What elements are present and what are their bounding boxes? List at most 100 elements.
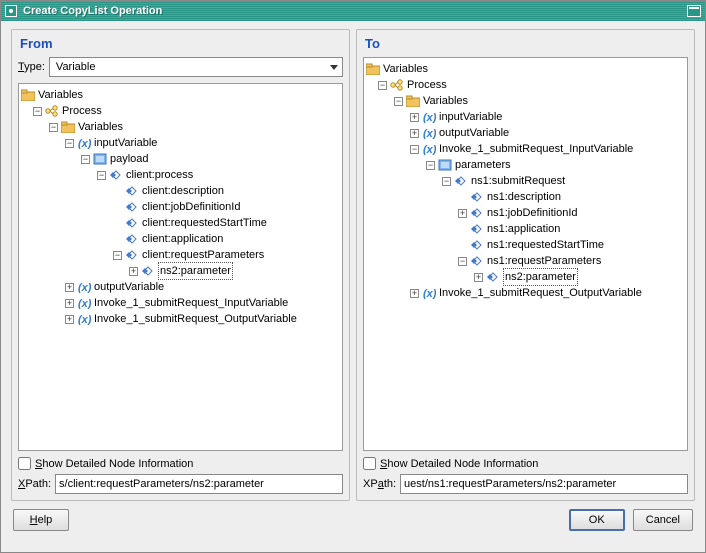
to-show-detail-label: Show Detailed Node Information	[380, 458, 538, 470]
tree-item-ns1-reqstarttime[interactable]: ns1:requestedStartTime	[366, 237, 685, 253]
tree-item-process-to[interactable]: − Process	[366, 77, 685, 93]
to-xpath-row: XPath:	[363, 474, 688, 494]
tree-item-process[interactable]: − Process	[21, 103, 340, 119]
tree-item-inputvariable[interactable]: − (x) inputVariable	[21, 135, 340, 151]
svg-text:(x): (x)	[423, 288, 436, 299]
tree-item-parameters[interactable]: − parameters	[366, 157, 685, 173]
from-show-detail-row: Show Detailed Node Information	[18, 451, 343, 474]
tree-item-client-description[interactable]: client:description	[21, 183, 340, 199]
tree-item-client-process[interactable]: − client:process	[21, 167, 340, 183]
expand-icon[interactable]: +	[458, 209, 467, 218]
folder-icon	[406, 94, 420, 108]
expand-icon[interactable]: +	[65, 299, 74, 308]
tree-item-client-jobdefid[interactable]: client:jobDefinitionId	[21, 199, 340, 215]
tree-item-ns1-application[interactable]: ns1:application	[366, 221, 685, 237]
type-value: Variable	[56, 61, 96, 73]
variable-icon: (x)	[77, 136, 91, 150]
variable-icon: (x)	[77, 280, 91, 294]
to-panel: To Variables − Process − Variables +	[356, 29, 695, 501]
tree-item-invoke-input-from[interactable]: + (x) Invoke_1_submitRequest_InputVariab…	[21, 295, 340, 311]
from-xpath-label: XPath:	[18, 478, 51, 490]
maximize-icon[interactable]	[687, 5, 701, 17]
collapse-icon[interactable]: −	[113, 251, 122, 260]
tree-item-ns1-submitrequest[interactable]: − ns1:submitRequest	[366, 173, 685, 189]
expand-icon[interactable]: +	[410, 289, 419, 298]
to-heading: To	[363, 32, 688, 57]
tree-item-inputvar-to[interactable]: + (x) inputVariable	[366, 109, 685, 125]
tree-item-invoke-input-to[interactable]: − (x) Invoke_1_submitRequest_InputVariab…	[366, 141, 685, 157]
tree-item-invoke-output-to[interactable]: + (x) Invoke_1_submitRequest_OutputVaria…	[366, 285, 685, 301]
expand-icon[interactable]: +	[474, 273, 483, 282]
tree-item-ns1-jobdefid[interactable]: + ns1:jobDefinitionId	[366, 205, 685, 221]
variable-icon: (x)	[422, 286, 436, 300]
tree-item-client-reqstarttime[interactable]: client:requestedStartTime	[21, 215, 340, 231]
tree-item-outputvar-to[interactable]: + (x) outputVariable	[366, 125, 685, 141]
element-icon	[125, 232, 139, 246]
element-icon	[470, 222, 484, 236]
tree-item-ns1-description[interactable]: ns1:description	[366, 189, 685, 205]
folder-icon	[366, 62, 380, 76]
collapse-icon[interactable]: −	[394, 97, 403, 106]
collapse-icon[interactable]: −	[81, 155, 90, 164]
collapse-icon[interactable]: −	[33, 107, 42, 116]
tree-item-ns1-reqparams[interactable]: − ns1:requestParameters	[366, 253, 685, 269]
tree-item-variables-root[interactable]: Variables	[21, 87, 340, 103]
dialog-buttons: Help OK Cancel	[1, 505, 705, 539]
system-menu-icon[interactable]	[5, 5, 17, 17]
element-icon	[470, 206, 484, 220]
tree-item-payload[interactable]: − payload	[21, 151, 340, 167]
from-xpath-input[interactable]	[55, 474, 343, 494]
process-icon	[390, 78, 404, 92]
expand-icon[interactable]: +	[410, 129, 419, 138]
from-show-detail-checkbox[interactable]	[18, 457, 31, 470]
type-row: Type: Variable	[18, 57, 343, 77]
collapse-icon[interactable]: −	[65, 139, 74, 148]
titlebar[interactable]: Create CopyList Operation	[1, 1, 705, 21]
collapse-icon[interactable]: −	[49, 123, 58, 132]
to-show-detail-checkbox[interactable]	[363, 457, 376, 470]
to-tree[interactable]: Variables − Process − Variables + (x) in…	[363, 57, 688, 451]
collapse-icon[interactable]: −	[378, 81, 387, 90]
from-tree[interactable]: Variables − Process − Variables − (x)	[18, 83, 343, 451]
help-button[interactable]: Help	[13, 509, 69, 531]
cancel-button[interactable]: Cancel	[633, 509, 693, 531]
dialog-window: Create CopyList Operation From Type: Var…	[0, 0, 706, 553]
collapse-icon[interactable]: −	[410, 145, 419, 154]
variable-icon: (x)	[77, 296, 91, 310]
svg-text:(x): (x)	[423, 144, 436, 155]
tree-item-variables-root-to[interactable]: Variables	[366, 61, 685, 77]
expand-icon[interactable]: +	[410, 113, 419, 122]
collapse-icon[interactable]: −	[442, 177, 451, 186]
collapse-icon[interactable]: −	[458, 257, 467, 266]
element-icon	[125, 200, 139, 214]
collapse-icon[interactable]: −	[426, 161, 435, 170]
to-xpath-input[interactable]	[400, 474, 688, 494]
type-dropdown[interactable]: Variable	[49, 57, 343, 77]
tree-item-client-application[interactable]: client:application	[21, 231, 340, 247]
tree-item-ns2parameter-from[interactable]: + ns2:parameter	[21, 263, 340, 279]
tree-item-invoke-output-from[interactable]: + (x) Invoke_1_submitRequest_OutputVaria…	[21, 311, 340, 327]
element-icon	[125, 184, 139, 198]
tree-item-ns2parameter-to[interactable]: + ns2:parameter	[366, 269, 685, 285]
variable-icon: (x)	[77, 312, 91, 326]
tree-item-outputvariable[interactable]: + (x) outputVariable	[21, 279, 340, 295]
expand-icon[interactable]: +	[129, 267, 138, 276]
element-icon	[125, 216, 139, 230]
ok-button[interactable]: OK	[569, 509, 625, 531]
payload-icon	[438, 158, 452, 172]
element-icon	[454, 174, 468, 188]
element-icon	[486, 270, 500, 284]
tree-item-variables[interactable]: − Variables	[21, 119, 340, 135]
payload-icon	[93, 152, 107, 166]
svg-text:(x): (x)	[423, 112, 436, 123]
collapse-icon[interactable]: −	[97, 171, 106, 180]
variable-icon: (x)	[422, 126, 436, 140]
process-icon	[45, 104, 59, 118]
element-icon	[109, 168, 123, 182]
expand-icon[interactable]: +	[65, 315, 74, 324]
tree-item-client-reqparams[interactable]: − client:requestParameters	[21, 247, 340, 263]
tree-item-variables-to[interactable]: − Variables	[366, 93, 685, 109]
svg-text:(x): (x)	[423, 128, 436, 139]
expand-icon[interactable]: +	[65, 283, 74, 292]
element-icon	[470, 254, 484, 268]
